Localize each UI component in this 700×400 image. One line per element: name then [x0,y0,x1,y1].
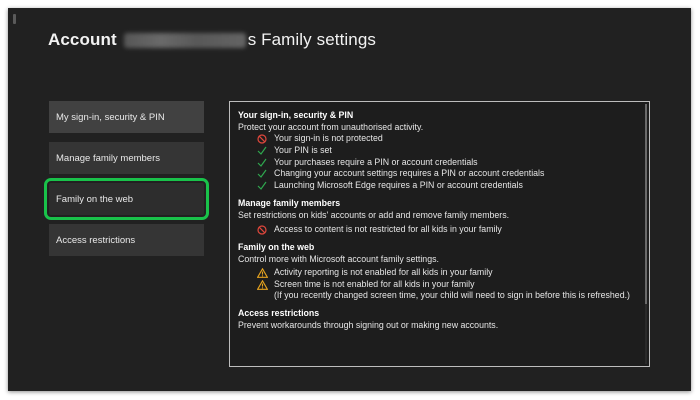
warning-icon [250,279,274,290]
checkmark-icon [250,180,274,191]
section-description: Control more with Microsoft account fami… [238,253,439,264]
section-manage-family-members: Manage family members Set restrictions o… [238,198,641,236]
section-description: Protect your account from unauthorised a… [238,122,424,132]
settings-summary-panel: Your sign-in, security & PIN Protect you… [229,101,650,367]
sidebar-item-sign-in-security-pin[interactable]: My sign-in, security & PIN [49,101,204,133]
sidebar-item-label: My sign-in, security & PIN [56,111,165,123]
checkmark-icon [250,168,274,179]
menu-handle[interactable] [13,14,16,24]
sidebar-item-manage-family-members[interactable]: Manage family members [49,142,204,174]
blocked-icon [250,133,274,144]
status-row: Your sign-in is not protected [238,133,641,145]
section-description: Set restrictions on kids' accounts or ad… [238,209,510,220]
status-row: Activity reporting is not enabled for al… [238,267,641,279]
section-title: Family on the web [238,241,315,252]
status-text: Access to content is not restricted for … [274,223,502,234]
status-row: (If you recently changed screen time, yo… [238,290,641,302]
page-title-prefix: Account [48,30,117,49]
section-title: Your sign-in, security & PIN [238,110,354,120]
section-title: Access restrictions [238,308,320,319]
status-text: Screen time is not enabled for all kids … [274,278,475,289]
status-row: Launching Microsoft Edge requires a PIN … [238,180,641,192]
status-row: Access to content is not restricted for … [238,224,641,236]
status-text: Launching Microsoft Edge requires a PIN … [274,180,523,191]
checkmark-icon [250,145,274,155]
section-description: Prevent workarounds through signing out … [238,320,499,331]
section-access-restrictions: Access restrictions Prevent workarounds … [238,308,641,331]
app-window: Account s Family settings My sign-in, se… [8,8,691,391]
sidebar-item-label: Family on the web [56,193,134,205]
redacted-gamertag [123,32,246,48]
page-title-suffix: s Family settings [247,30,376,49]
status-row: Changing your account settings requires … [238,168,641,180]
section-sign-in-security: Your sign-in, security & PIN Protect you… [238,110,641,192]
checkmark-icon [250,157,274,167]
blocked-icon [250,224,274,235]
sidebar-item-label: Manage family members [56,152,161,164]
section-title: Manage family members [238,197,341,208]
status-text: Your purchases require a PIN or account … [274,156,478,167]
status-text: Your PIN is set [274,144,332,155]
status-text: Changing your account settings requires … [274,168,545,179]
sidebar-item-access-restrictions[interactable]: Access restrictions [49,224,204,256]
page-title: Account s Family settings [48,30,376,50]
status-text: Your sign-in is not protected [274,133,383,143]
blank-icon-slot [250,290,274,291]
warning-icon [250,267,274,278]
status-row: Your PIN is set [238,145,641,157]
status-text: Activity reporting is not enabled for al… [274,266,493,277]
status-note: (If you recently changed screen time, yo… [274,290,630,301]
status-row: Screen time is not enabled for all kids … [238,279,641,291]
section-family-on-the-web: Family on the web Control more with Micr… [238,242,641,302]
settings-sidebar: My sign-in, security & PIN Manage family… [44,101,209,265]
sidebar-item-family-on-the-web[interactable]: Family on the web [44,178,209,220]
scrollbar-thumb[interactable] [645,104,647,304]
sidebar-item-label: Access restrictions [56,234,136,246]
status-row: Your purchases require a PIN or account … [238,157,641,169]
